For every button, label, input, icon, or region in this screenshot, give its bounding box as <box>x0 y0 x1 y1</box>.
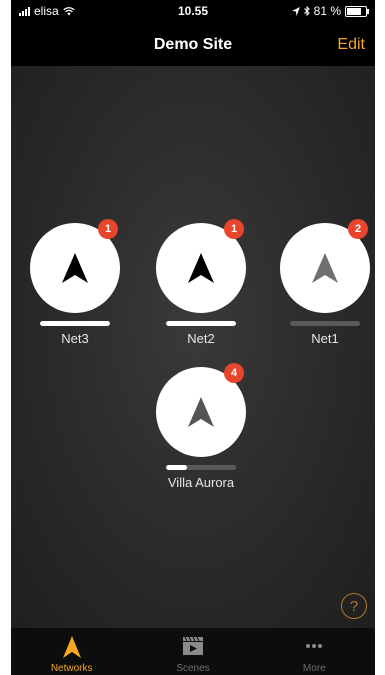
location-arrow-icon <box>291 6 300 16</box>
network-label: Net3 <box>61 331 89 346</box>
network-arrow-icon <box>188 397 214 427</box>
network-arrow-icon <box>188 253 214 283</box>
tab-label: More <box>302 663 326 674</box>
signal-level-bar <box>166 465 236 470</box>
more-dots-icon <box>254 636 375 656</box>
help-button[interactable]: ? <box>341 593 367 619</box>
tab-networks[interactable]: Networks <box>11 628 132 675</box>
networks-canvas: 1 Net3 1 Net2 2 Net1 4 Villa Aurora ? <box>11 66 375 628</box>
tab-label: Networks <box>50 663 93 674</box>
network-arrow-icon <box>62 253 88 283</box>
phone-screen: elisa 10.55 81 % Demo Site Edit 1 Net3 1… <box>11 0 375 675</box>
network-arrow-icon <box>312 253 338 283</box>
signal-level-fill <box>40 321 110 326</box>
network-arrow-icon <box>11 636 132 658</box>
network-label: Net2 <box>187 331 215 346</box>
notification-badge: 1 <box>98 219 118 239</box>
battery-percent: 81 % <box>313 4 341 18</box>
status-right-group: 81 % <box>291 4 369 18</box>
page-title: Demo Site <box>153 36 233 53</box>
bluetooth-icon <box>303 6 310 16</box>
tab-more[interactable]: More <box>254 628 375 675</box>
status-bar: elisa 10.55 81 % <box>11 0 375 22</box>
signal-level-fill <box>166 321 236 326</box>
network-label: Net1 <box>311 331 339 346</box>
tab-bar: Networks Scenes More <box>11 628 375 675</box>
notification-badge: 1 <box>224 219 244 239</box>
battery-icon <box>345 5 369 17</box>
tab-label: Scenes <box>176 663 210 674</box>
nav-bar: Demo Site Edit <box>11 22 375 66</box>
notification-badge: 2 <box>348 219 368 239</box>
signal-level-fill <box>166 465 187 470</box>
signal-level-bar <box>40 321 110 326</box>
scenes-clapper-icon <box>132 636 253 656</box>
signal-level-bar <box>166 321 236 326</box>
notification-badge: 4 <box>224 363 244 383</box>
network-label: Villa Aurora <box>167 475 235 490</box>
tab-scenes[interactable]: Scenes <box>132 628 253 675</box>
edit-button[interactable]: Edit <box>337 36 365 54</box>
signal-level-bar <box>290 321 360 326</box>
